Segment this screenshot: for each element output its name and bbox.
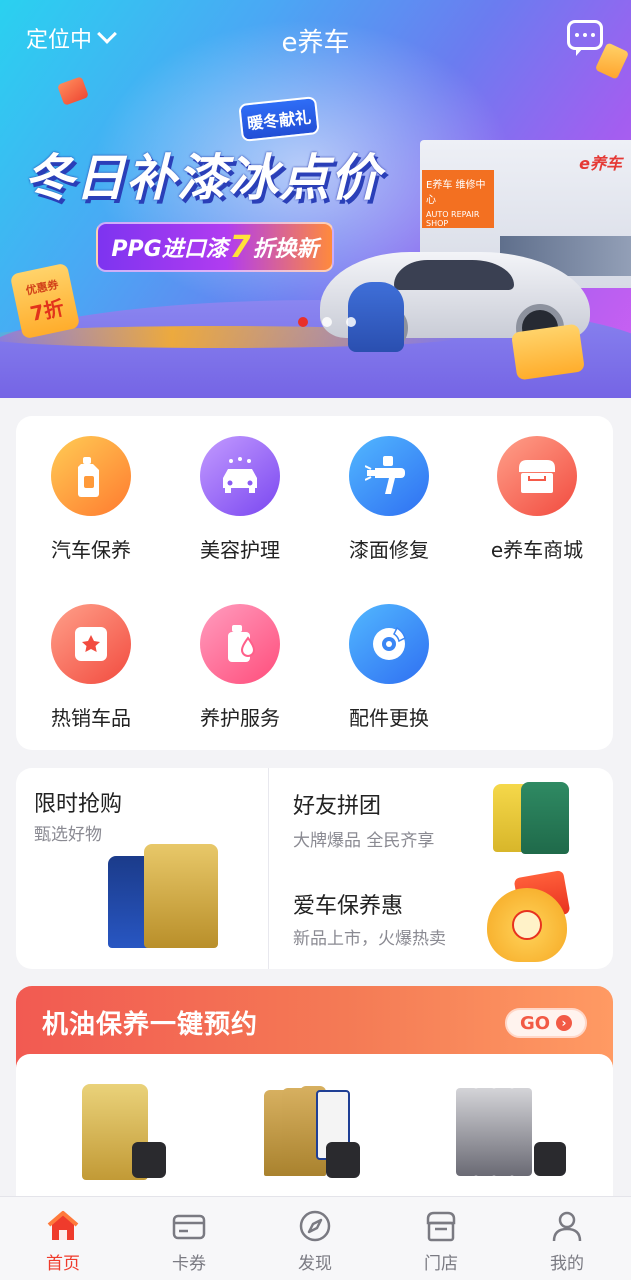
category-parts-replace[interactable]: 配件更换 bbox=[324, 604, 454, 731]
compass-icon bbox=[298, 1209, 332, 1243]
category-paint-repair[interactable]: 漆面修复 bbox=[324, 436, 454, 563]
card-icon bbox=[172, 1209, 206, 1243]
tab-stores[interactable]: 门店 bbox=[401, 1209, 481, 1274]
category-label: 养护服务 bbox=[200, 706, 280, 730]
store-sign-title: E养车 维修中心 bbox=[426, 180, 486, 206]
star-bag-icon bbox=[51, 604, 131, 684]
oil-booking-title: 机油保养一键预约 bbox=[42, 1010, 259, 1040]
app-title: e养车 bbox=[281, 28, 350, 58]
brake-disc-icon bbox=[349, 604, 429, 684]
pill-suffix: 折换新 bbox=[252, 237, 319, 262]
tab-cards[interactable]: 卡券 bbox=[149, 1209, 229, 1274]
tab-home[interactable]: 首页 bbox=[23, 1209, 103, 1274]
category-label: 漆面修复 bbox=[349, 538, 429, 562]
home-icon bbox=[46, 1209, 80, 1243]
pill-number: 7 bbox=[229, 229, 251, 265]
castrol-oil-can bbox=[144, 844, 218, 948]
group-buy-subtitle: 大牌爆品 全民齐享 bbox=[293, 831, 435, 851]
tab-label: 我的 bbox=[550, 1254, 584, 1274]
tab-discover[interactable]: 发现 bbox=[275, 1209, 355, 1274]
category-care-service[interactable]: 养护服务 bbox=[175, 604, 305, 731]
category-label: 美容护理 bbox=[200, 538, 280, 562]
oil-bottle-icon bbox=[51, 436, 131, 516]
pill-prefix: PPG进口漆 bbox=[111, 237, 228, 262]
product-castrol[interactable] bbox=[74, 1076, 194, 1186]
pagination-dot[interactable] bbox=[322, 317, 332, 327]
product-mobil[interactable] bbox=[260, 1076, 380, 1186]
tab-label: 首页 bbox=[46, 1254, 80, 1274]
oil-booking-card[interactable]: 机油保养一键预约 GO › bbox=[16, 986, 613, 1216]
promo-banner[interactable]: E养车 维修中心 AUTO REPAIR SHOP e养车 定位中 e养车 暖冬… bbox=[0, 0, 631, 398]
flash-sale-subtitle: 甄选好物 bbox=[34, 825, 102, 845]
category-beauty-care[interactable]: 美容护理 bbox=[175, 436, 305, 563]
pagination-dot[interactable] bbox=[298, 317, 308, 327]
message-icon[interactable] bbox=[567, 20, 603, 56]
store-sign: E养车 维修中心 AUTO REPAIR SHOP bbox=[422, 170, 494, 228]
tab-profile[interactable]: 我的 bbox=[527, 1209, 607, 1274]
banner-headline: 冬日补漆冰点价 bbox=[24, 149, 381, 207]
category-label: e养车商城 bbox=[490, 538, 584, 562]
spray-gun-icon bbox=[349, 436, 429, 516]
flash-sale-title: 限时抢购 bbox=[34, 792, 123, 817]
tab-label: 卡券 bbox=[172, 1254, 206, 1274]
group-buy-tile[interactable]: 好友拼团 大牌爆品 全民齐享 bbox=[269, 768, 613, 868]
category-mall[interactable]: e养车商城 bbox=[472, 436, 602, 563]
chevron-right-icon: › bbox=[556, 1015, 573, 1031]
profile-icon bbox=[550, 1209, 584, 1243]
banner-pill: PPG进口漆 7 折换新 bbox=[96, 222, 334, 272]
go-button[interactable]: GO › bbox=[505, 1008, 587, 1038]
store-icon bbox=[424, 1209, 458, 1243]
banner-pagination bbox=[298, 317, 356, 327]
flash-sale-tile[interactable]: 限时抢购 甄选好物 bbox=[16, 768, 268, 969]
coupon-value: 7折 bbox=[27, 295, 67, 326]
category-car-maintenance[interactable]: 汽车保养 bbox=[26, 436, 156, 563]
care-deal-title: 爱车保养惠 bbox=[293, 894, 404, 919]
care-deal-tile[interactable]: 爱车保养惠 新品上市，火爆热卖 bbox=[269, 868, 613, 969]
store-icon bbox=[497, 436, 577, 516]
product-schaeffler[interactable] bbox=[452, 1076, 572, 1186]
store-logo: e养车 bbox=[579, 154, 622, 173]
car-wash-icon bbox=[200, 436, 280, 516]
green-oil-can bbox=[521, 782, 569, 854]
category-label: 热销车品 bbox=[51, 706, 131, 730]
home-page: E养车 维修中心 AUTO REPAIR SHOP e养车 定位中 e养车 暖冬… bbox=[0, 0, 631, 1280]
tab-label: 门店 bbox=[424, 1254, 458, 1274]
top-bar: 定位中 e养车 bbox=[0, 0, 631, 76]
group-buy-title: 好友拼团 bbox=[293, 794, 382, 819]
care-deal-subtitle: 新品上市，火爆热卖 bbox=[293, 929, 446, 949]
banner-badge: 暖冬献礼 bbox=[238, 96, 320, 142]
service-category-grid: 汽车保养 美容护理 漆面修复 e养车商城 热销车品 养护服务 配件更换 bbox=[16, 416, 613, 750]
lucky-bag-icon bbox=[487, 888, 567, 962]
bottom-tab-bar: 首页 卡券 发现 门店 我的 bbox=[0, 1196, 631, 1280]
category-label: 汽车保养 bbox=[51, 538, 131, 562]
pagination-dot[interactable] bbox=[346, 317, 356, 327]
car-window bbox=[394, 260, 514, 290]
store-sign-subtitle: AUTO REPAIR SHOP bbox=[426, 210, 480, 228]
decor-coupon bbox=[510, 323, 586, 381]
promo-grid: 限时抢购 甄选好物 好友拼团 大牌爆品 全民齐享 爱车保养惠 新品上市，火爆热卖 bbox=[16, 768, 613, 969]
oil-product-list bbox=[16, 1054, 613, 1216]
category-hot-products[interactable]: 热销车品 bbox=[26, 604, 156, 731]
painter-illustration bbox=[348, 282, 404, 352]
fluid-bottle-icon bbox=[200, 604, 280, 684]
go-label: GO bbox=[519, 1012, 551, 1034]
tab-label: 发现 bbox=[298, 1254, 332, 1274]
category-label: 配件更换 bbox=[349, 706, 429, 730]
